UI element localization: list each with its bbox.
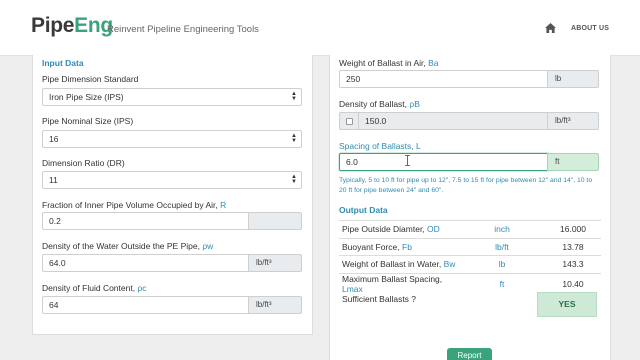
air-fraction-input[interactable]: 0.2 (42, 212, 249, 230)
output-value: 10.40 (545, 272, 601, 294)
dimension-standard-label: Pipe Dimension Standard (42, 74, 139, 84)
ballast-spacing-unit: ft (547, 153, 599, 171)
output-unit: lb (459, 255, 545, 273)
nominal-size-select[interactable]: 16 ▲ ▼ (42, 130, 302, 148)
input-data-title: Input Data (42, 58, 84, 68)
dimension-standard-value: Iron Pipe Size (IPS) (49, 92, 124, 102)
output-data-title: Output Data (339, 205, 388, 215)
select-caret-icon: ▲ ▼ (291, 91, 297, 102)
select-caret-icon: ▲ ▼ (291, 174, 297, 185)
fluid-density-unit: lb/ft³ (248, 296, 302, 314)
dimension-standard-select[interactable]: Iron Pipe Size (IPS) ▲ ▼ (42, 88, 302, 106)
output-label: Buoyant Force, Fb (339, 237, 459, 256)
navbar: PipeEng Reinvent Pipeline Engineering To… (0, 0, 640, 56)
output-label: Weight of Ballast in Water, Bw (339, 255, 459, 273)
ballast-density-unit: lb/ft³ (547, 112, 599, 130)
ballast-density-input[interactable]: 150.0 (358, 112, 548, 130)
output-label: Pipe Outside Diamter, OD (339, 220, 459, 238)
water-density-label: Density of the Water Outside the PE Pipe… (42, 241, 214, 251)
dr-value: 11 (49, 175, 58, 185)
nominal-size-value: 16 (49, 134, 59, 144)
ballast-density-checkbox[interactable] (346, 118, 353, 125)
dr-label: Dimension Ratio (DR) (42, 158, 125, 168)
output-value: 143.3 (545, 255, 601, 273)
output-value: 16.000 (545, 220, 601, 238)
report-button[interactable]: Report (447, 348, 492, 360)
fluid-density-label: Density of Fluid Content, ρc (42, 283, 147, 293)
table-row: Maximum Ballast Spacing, Lmax ft 10.40 (339, 272, 601, 294)
ballast-density-checkbox-addon (339, 112, 359, 130)
output-label: Maximum Ballast Spacing, Lmax (339, 272, 459, 294)
table-row: Pipe Outside Diamter, OD inch 16.000 (339, 220, 601, 238)
dr-select[interactable]: 11 ▲ ▼ (42, 171, 302, 189)
ballast-spacing-label: Spacing of Ballasts, L (339, 141, 421, 151)
table-row: Buoyant Force, Fb lb/ft 13.78 (339, 237, 601, 256)
brand-logo[interactable]: PipeEng (31, 14, 113, 38)
table-row: Weight of Ballast in Water, Bw lb 143.3 (339, 255, 601, 273)
ballast-weight-label: Weight of Ballast in Air, Ba (339, 58, 439, 68)
output-value: 13.78 (545, 237, 601, 256)
output-unit: inch (459, 220, 545, 238)
water-density-input[interactable]: 64.0 (42, 254, 249, 272)
ballast-weight-input[interactable]: 250 (339, 70, 548, 88)
home-icon[interactable] (545, 23, 556, 33)
tagline: Reinvent Pipeline Engineering Tools (107, 24, 259, 35)
text-cursor-icon (405, 155, 410, 166)
spacing-hint: Typically, 5 to 10 ft for pipe up to 12"… (339, 177, 593, 194)
ballast-spacing-input[interactable]: 6.0 (339, 153, 548, 171)
brand-pipe: Pipe (31, 14, 75, 37)
sufficient-ballasts-label: Sufficient Ballasts ? (342, 294, 417, 304)
water-density-unit: lb/ft³ (248, 254, 302, 272)
output-table: Pipe Outside Diamter, OD inch 16.000 Buo… (339, 220, 601, 294)
air-fraction-addon (248, 212, 302, 230)
sufficient-status-badge: YES (537, 292, 597, 317)
fluid-density-input[interactable]: 64 (42, 296, 249, 314)
about-us-link[interactable]: ABOUT US (571, 25, 609, 32)
select-caret-icon: ▲ ▼ (291, 133, 297, 144)
output-unit: ft (459, 272, 545, 294)
ballast-density-label: Density of Ballast, ρB (339, 99, 420, 109)
output-unit: lb/ft (459, 237, 545, 256)
ballast-weight-unit: lb (547, 70, 599, 88)
air-fraction-label: Fraction of Inner Pipe Volume Occupied b… (42, 200, 227, 210)
nominal-size-label: Pipe Nominal Size (IPS) (42, 116, 134, 126)
